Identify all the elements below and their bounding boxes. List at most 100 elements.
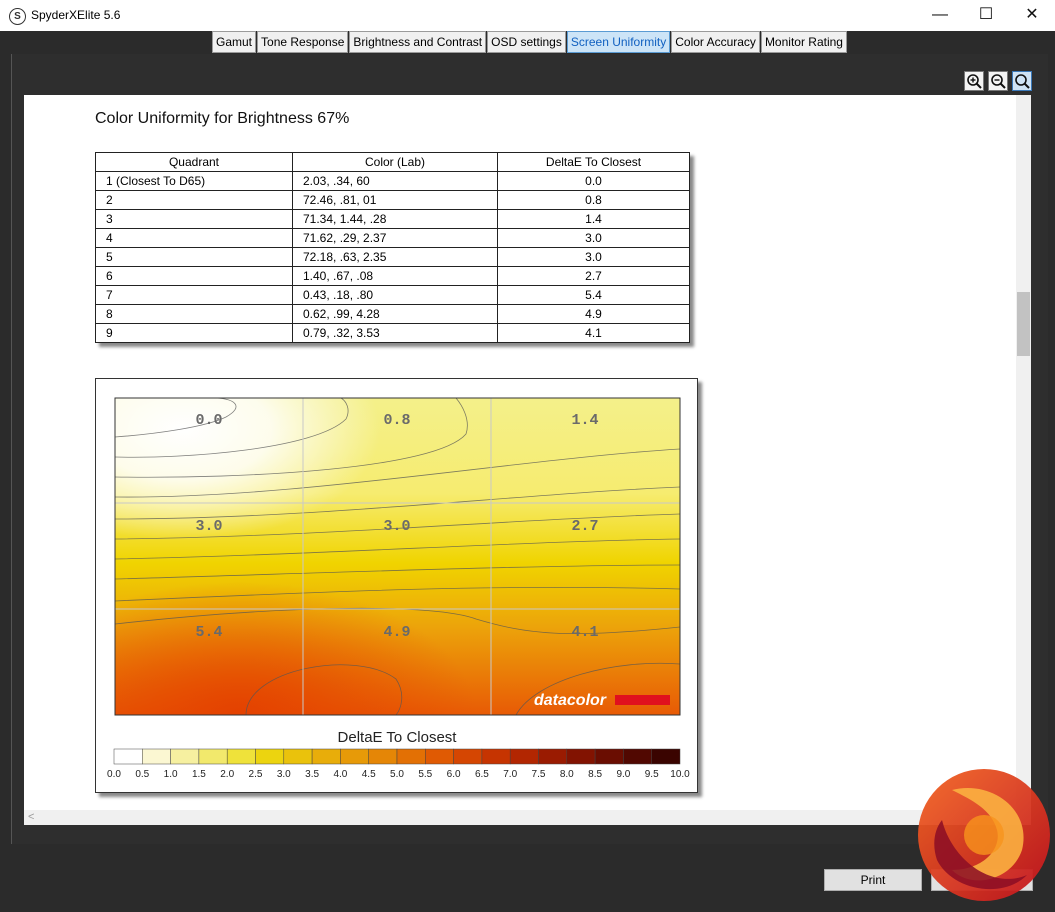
legend-swatch bbox=[113, 748, 143, 765]
quadrant-value-label: 1.4 bbox=[571, 412, 598, 429]
legend-tick-label: 0.0 bbox=[107, 769, 121, 780]
legend-swatch bbox=[226, 748, 256, 765]
vertical-scrollbar-thumb[interactable] bbox=[1017, 292, 1030, 356]
legend-tick-label: 8.0 bbox=[560, 769, 574, 780]
tab-monitor-rating[interactable]: Monitor Rating bbox=[760, 31, 847, 53]
table-row: 6 1.40, .67, .08 2.7 bbox=[95, 266, 690, 286]
table-row: 5 72.18, .63, 2.35 3.0 bbox=[95, 247, 690, 267]
tab-gamut[interactable]: Gamut bbox=[212, 31, 257, 53]
maximize-button[interactable]: ☐ bbox=[963, 0, 1009, 31]
deltae-cell: 2.7 bbox=[497, 266, 690, 286]
lab-color-cell: 0.43, .18, .80 bbox=[292, 285, 498, 305]
tab-strip: Gamut Tone Response Brightness and Contr… bbox=[212, 31, 848, 53]
zoom-out-icon bbox=[991, 74, 1006, 89]
uniformity-chart: 0.0 0.8 1.4 3.0 3.0 2.7 5.4 4.9 4.1 datacolor De… bbox=[95, 378, 698, 793]
report-title: Color Uniformity for Brightness 67% bbox=[95, 110, 350, 127]
color-legend: 0.0 0.5 1.0 1.5 2.0 2.5 3.0 3.5 4.0 4.5 5.0 5.5 6.0 6… bbox=[107, 748, 690, 780]
deltae-cell: 0.0 bbox=[497, 171, 690, 191]
minimize-button[interactable]: — bbox=[917, 0, 963, 31]
column-header: Color (Lab) bbox=[292, 152, 498, 172]
legend-swatch bbox=[623, 748, 652, 765]
legend-swatch bbox=[538, 748, 568, 765]
quadrant-value-label: 2.7 bbox=[571, 518, 598, 535]
uniformity-chart-svg: 0.0 0.8 1.4 3.0 3.0 2.7 5.4 4.9 4.1 datacolor De… bbox=[107, 397, 690, 780]
legend-swatch bbox=[481, 748, 511, 765]
horizontal-scrollbar[interactable] bbox=[24, 810, 1031, 825]
tab-brightness-contrast[interactable]: Brightness and Contrast bbox=[349, 31, 487, 53]
legend-swatch bbox=[283, 748, 313, 765]
quadrant-cell: 1 (Closest To D65) bbox=[95, 171, 293, 191]
table-row: 3 71.34, 1.44, .28 1.4 bbox=[95, 209, 690, 229]
lab-color-cell: 71.34, 1.44, .28 bbox=[292, 209, 498, 229]
quadrant-cell: 7 bbox=[95, 285, 293, 305]
legend-tick-label: 4.5 bbox=[362, 769, 376, 780]
legend-tick-label: 0.5 bbox=[135, 769, 149, 780]
window-title: SpyderXElite 5.6 bbox=[31, 8, 121, 22]
deltae-cell: 3.0 bbox=[497, 228, 690, 248]
legend-tick-label: 3.0 bbox=[277, 769, 291, 780]
legend-tick-label: 1.0 bbox=[164, 769, 178, 780]
tab-osd-settings[interactable]: OSD settings bbox=[487, 31, 566, 53]
title-bar: S SpyderXElite 5.6 — ☐ ✕ bbox=[0, 0, 1055, 31]
lab-color-cell: 2.03, .34, 60 bbox=[292, 171, 498, 191]
lab-color-cell: 72.46, .81, 01 bbox=[292, 190, 498, 210]
legend-swatch bbox=[566, 748, 596, 765]
lab-color-cell: 1.40, .67, .08 bbox=[292, 266, 498, 286]
legend-tick-label: 5.5 bbox=[418, 769, 432, 780]
lab-color-cell: 0.79, .32, 3.53 bbox=[292, 323, 498, 343]
site-logo-icon bbox=[918, 769, 1050, 901]
deltae-cell: 4.9 bbox=[497, 304, 690, 324]
deltae-cell: 5.4 bbox=[497, 285, 690, 305]
datacolor-logo-bar bbox=[615, 695, 670, 705]
scroll-left-arrow-icon[interactable]: < bbox=[28, 810, 34, 825]
legend-tick-label: 10.0 bbox=[670, 769, 690, 780]
legend-swatch bbox=[198, 748, 228, 765]
deltae-cell: 0.8 bbox=[497, 190, 690, 210]
table-header-row: Quadrant Color (Lab) DeltaE To Closest bbox=[95, 152, 690, 172]
datacolor-watermark: datacolor bbox=[534, 692, 607, 709]
column-header: DeltaE To Closest bbox=[497, 152, 690, 172]
deltae-cell: 4.1 bbox=[497, 323, 690, 343]
legend-swatch bbox=[509, 748, 539, 765]
tab-screen-uniformity[interactable]: Screen Uniformity bbox=[566, 31, 671, 53]
column-header: Quadrant bbox=[95, 152, 293, 172]
quadrant-value-label: 5.4 bbox=[195, 624, 222, 641]
app-logo-icon: S bbox=[9, 8, 26, 25]
table-row: 4 71.62, .29, 2.37 3.0 bbox=[95, 228, 690, 248]
legend-swatch bbox=[170, 748, 200, 765]
zoom-in-icon bbox=[967, 74, 982, 89]
quadrant-value-label: 3.0 bbox=[195, 518, 222, 535]
lab-color-cell: 72.18, .63, 2.35 bbox=[292, 247, 498, 267]
legend-tick-label: 2.5 bbox=[249, 769, 263, 780]
vertical-scrollbar[interactable] bbox=[1016, 95, 1031, 810]
zoom-in-button[interactable] bbox=[964, 71, 984, 91]
legend-tick-label: 5.0 bbox=[390, 769, 404, 780]
tab-tone-response[interactable]: Tone Response bbox=[257, 31, 349, 53]
zoom-out-button[interactable] bbox=[988, 71, 1008, 91]
table-row: 7 0.43, .18, .80 5.4 bbox=[95, 285, 690, 305]
zoom-fit-icon bbox=[1015, 74, 1030, 89]
legend-tick-label: 7.5 bbox=[532, 769, 546, 780]
table-row: 9 0.79, .32, 3.53 4.1 bbox=[95, 323, 690, 343]
legend-tick-label: 7.0 bbox=[503, 769, 517, 780]
legend-swatch bbox=[340, 748, 369, 765]
heatmap-plot: 0.0 0.8 1.4 3.0 3.0 2.7 5.4 4.9 4.1 datacolor bbox=[114, 397, 681, 716]
deltae-cell: 3.0 bbox=[497, 247, 690, 267]
quadrant-cell: 8 bbox=[95, 304, 293, 324]
zoom-fit-button[interactable] bbox=[1012, 71, 1032, 91]
legend-tick-label: 6.0 bbox=[447, 769, 461, 780]
legend-swatch bbox=[396, 748, 426, 765]
lab-color-cell: 0.62, .99, 4.28 bbox=[292, 304, 498, 324]
close-button[interactable]: ✕ bbox=[1009, 0, 1055, 31]
quadrant-cell: 5 bbox=[95, 247, 293, 267]
legend-title: DeltaE To Closest bbox=[338, 729, 458, 746]
tab-color-accuracy[interactable]: Color Accuracy bbox=[671, 31, 760, 53]
quadrant-cell: 4 bbox=[95, 228, 293, 248]
quadrant-value-label: 0.8 bbox=[383, 412, 410, 429]
quadrant-cell: 2 bbox=[95, 190, 293, 210]
legend-tick-label: 2.0 bbox=[220, 769, 234, 780]
print-button[interactable]: Print bbox=[824, 869, 922, 891]
legend-swatch bbox=[453, 748, 483, 765]
legend-tick-label: 6.5 bbox=[475, 769, 489, 780]
legend-swatch bbox=[368, 748, 398, 765]
